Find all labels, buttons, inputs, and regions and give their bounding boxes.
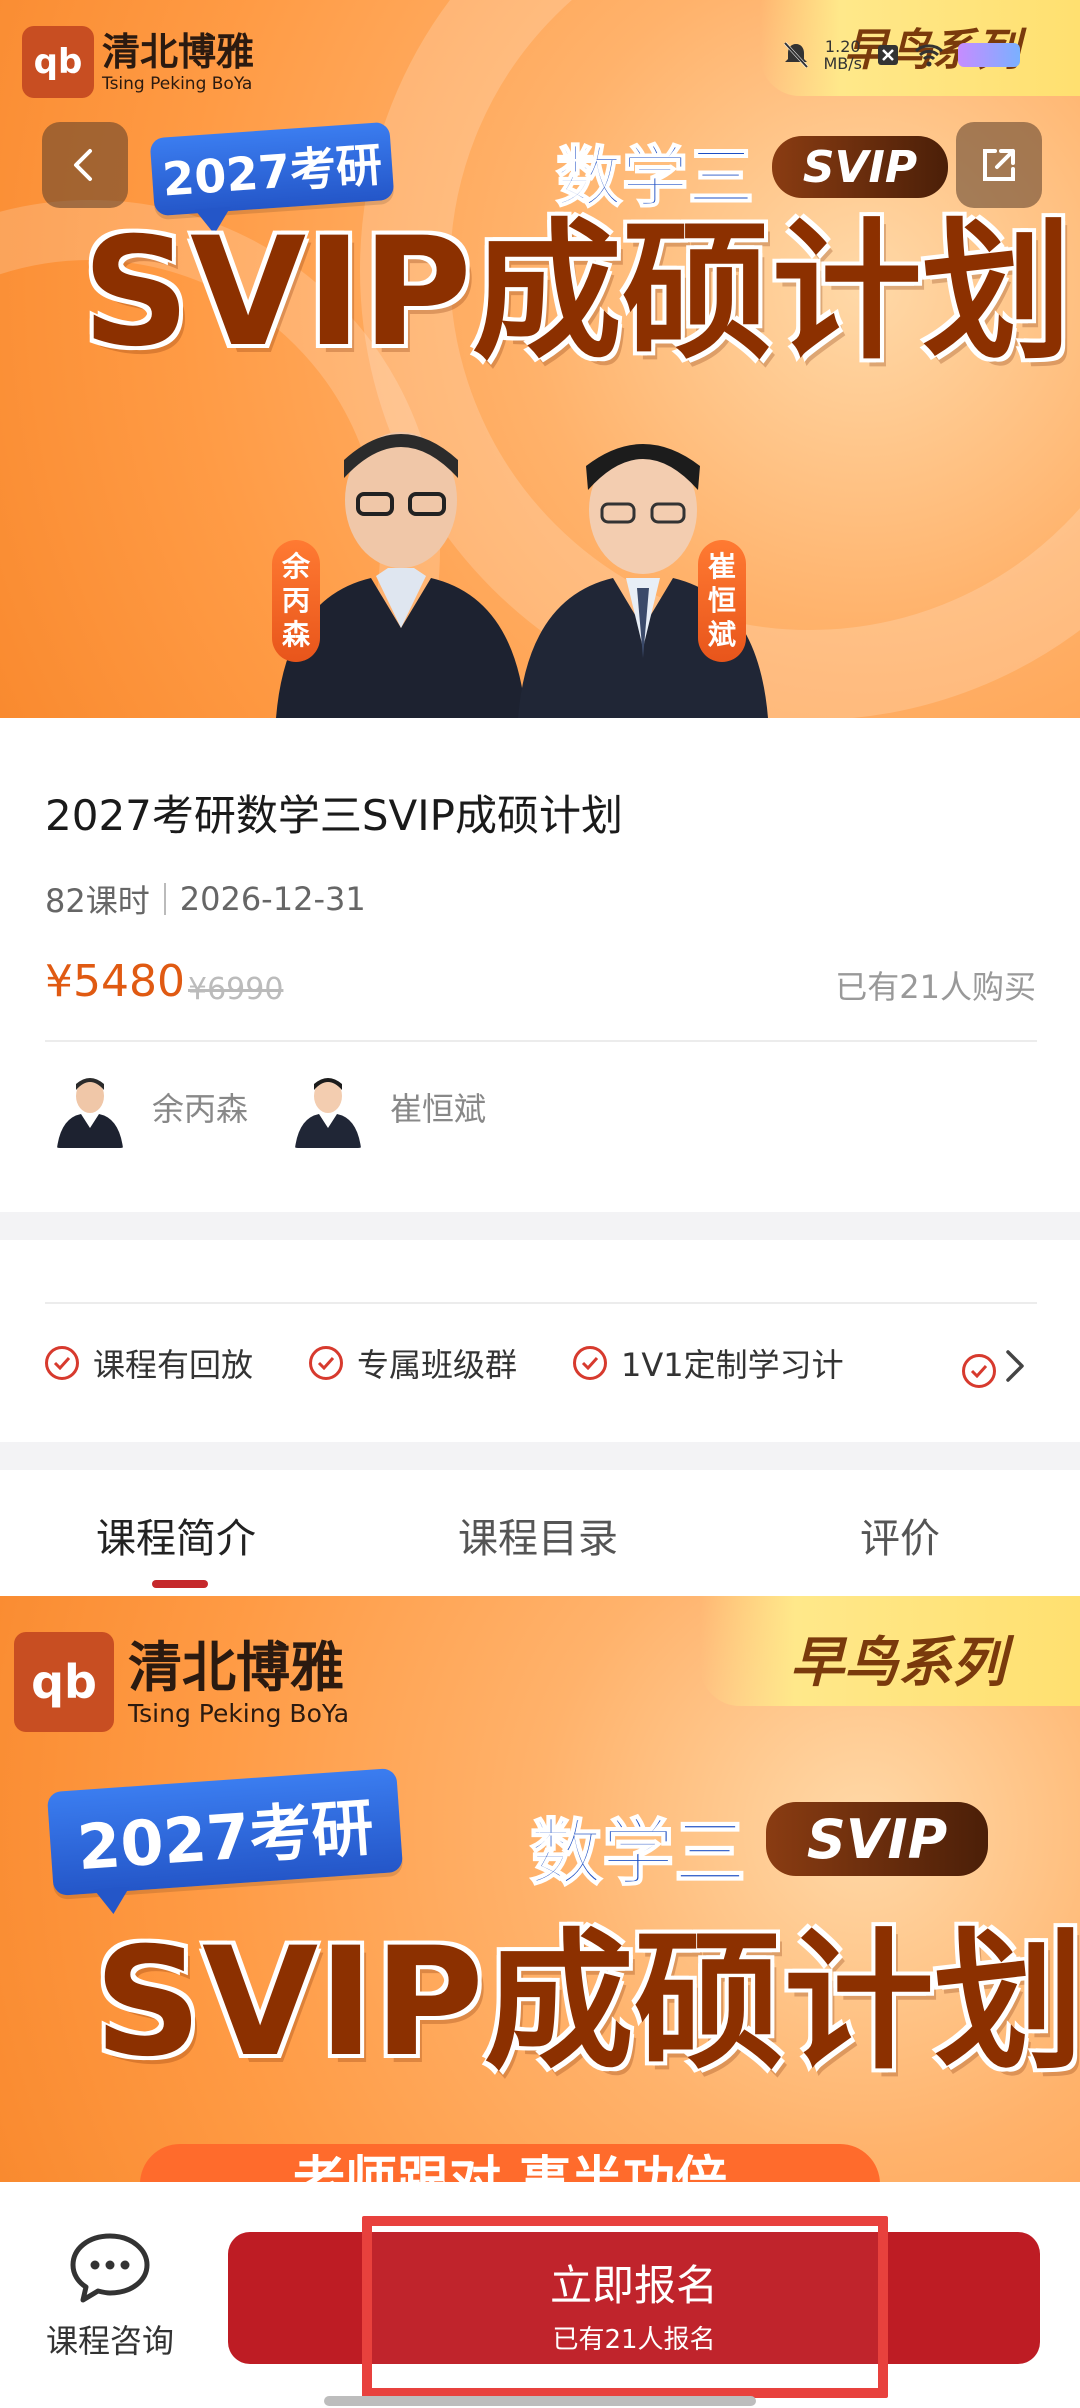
signup-highlight-frame bbox=[362, 2216, 888, 2398]
share-icon bbox=[983, 149, 1015, 181]
check-circle-icon bbox=[573, 1346, 608, 1380]
check-circle-icon bbox=[962, 1354, 996, 1388]
feature-label: 专属班级群 bbox=[357, 1346, 518, 1384]
consult-button[interactable]: 课程咨询 bbox=[42, 2232, 178, 2362]
brand-logo: qb 清北博雅 Tsing Peking BoYa bbox=[14, 1632, 349, 1732]
home-indicator bbox=[324, 2396, 756, 2406]
svip-pill: SVIP bbox=[772, 136, 948, 198]
tab-reviews[interactable]: 评价 bbox=[860, 1506, 940, 1564]
purchase-count: 已有21人购买 bbox=[835, 968, 1036, 1006]
feature-label: 1V1定制学习计 bbox=[621, 1346, 844, 1384]
course-banner: qb 清北博雅 Tsing Peking BoYa 早鸟系列 1.20 MB/s … bbox=[0, 0, 1080, 718]
course-meta: 82课时 2026-12-31 bbox=[45, 876, 366, 922]
consult-label: 课程咨询 bbox=[45, 2322, 174, 2360]
slogan-banner: 老师跟对 事半功倍 bbox=[140, 2144, 880, 2182]
brand-name-en: Tsing Peking BoYa bbox=[102, 74, 253, 94]
bell-off-icon bbox=[784, 41, 809, 69]
feature-item: 课程有回放 bbox=[45, 1340, 253, 1386]
early-bird-badge: 早鸟系列 bbox=[700, 1596, 1080, 1706]
teacher-name: 余丙森 bbox=[152, 1090, 249, 1128]
intro-poster: qb 清北博雅 Tsing Peking BoYa 早鸟系列 2027考研 数学… bbox=[0, 1596, 1080, 2182]
teacher-item[interactable]: 崔恒斌 bbox=[290, 1066, 486, 1148]
avatar bbox=[290, 1066, 366, 1148]
brand-logo-icon: qb bbox=[14, 1632, 114, 1732]
brand-name-en: Tsing Peking BoYa bbox=[128, 1698, 350, 1728]
tab-catalog[interactable]: 课程目录 bbox=[458, 1506, 618, 1564]
section-gap bbox=[0, 1212, 1080, 1240]
divider bbox=[45, 1302, 1037, 1304]
meta-separator bbox=[163, 883, 166, 915]
brand-name-cn: 清北博雅 bbox=[102, 30, 255, 74]
chat-bubble-icon bbox=[70, 2233, 150, 2303]
avatar bbox=[52, 1066, 128, 1148]
banner-title: SVIP成硕计划 bbox=[94, 1916, 1080, 2090]
course-title: 2027考研数学三SVIP成硕计划 bbox=[45, 791, 623, 840]
back-button[interactable] bbox=[42, 122, 128, 208]
tab-intro[interactable]: 课程简介 bbox=[96, 1506, 256, 1564]
check-circle-icon bbox=[45, 1346, 79, 1380]
check-circle-icon bbox=[309, 1346, 344, 1380]
teacher-name-tag-left: 余丙森 bbox=[272, 540, 320, 662]
feature-label: 课程有回放 bbox=[93, 1346, 254, 1384]
lesson-count: 82课时 bbox=[45, 882, 150, 920]
svip-pill: SVIP bbox=[766, 1802, 988, 1876]
status-bar: 1.20 MB/s bbox=[783, 38, 1020, 72]
teacher-name: 崔恒斌 bbox=[390, 1090, 487, 1128]
banner-title: SVIP成硕计划 bbox=[82, 206, 1072, 380]
chevron-right-icon[interactable] bbox=[1002, 1346, 1030, 1386]
current-price: ¥5480 bbox=[45, 956, 185, 1007]
divider bbox=[45, 1040, 1037, 1042]
original-price: ¥6990 bbox=[188, 972, 284, 1007]
teacher-item[interactable]: 余丙森 bbox=[52, 1066, 248, 1148]
section-gap bbox=[0, 1442, 1080, 1470]
subject-label: 数学三 bbox=[529, 1810, 747, 1896]
brand-name-cn: 清北博雅 bbox=[128, 1635, 344, 1699]
feature-item: 1V1定制学习计 bbox=[573, 1340, 844, 1386]
brand-logo: qb 清北博雅 Tsing Peking BoYa bbox=[22, 26, 254, 98]
sim-icon bbox=[878, 45, 898, 65]
feature-item: 专属班级群 bbox=[309, 1340, 517, 1386]
chevron-left-icon bbox=[74, 149, 92, 181]
share-button[interactable] bbox=[956, 122, 1042, 208]
tab-active-indicator bbox=[152, 1580, 208, 1588]
feature-list[interactable]: 课程有回放 专属班级群 1V1定制学习计 bbox=[45, 1340, 900, 1386]
course-deadline: 2026-12-31 bbox=[179, 880, 366, 918]
wifi-icon bbox=[914, 44, 944, 67]
network-speed: 1.20 MB/s bbox=[823, 37, 862, 73]
exam-year-tag: 2027考研 bbox=[149, 121, 395, 217]
battery-icon bbox=[958, 43, 1020, 67]
teacher-name-tag-right: 崔恒斌 bbox=[698, 540, 746, 662]
tab-bar: 课程简介 课程目录 评价 bbox=[0, 1506, 1080, 1586]
brand-logo-icon: qb bbox=[22, 26, 94, 98]
